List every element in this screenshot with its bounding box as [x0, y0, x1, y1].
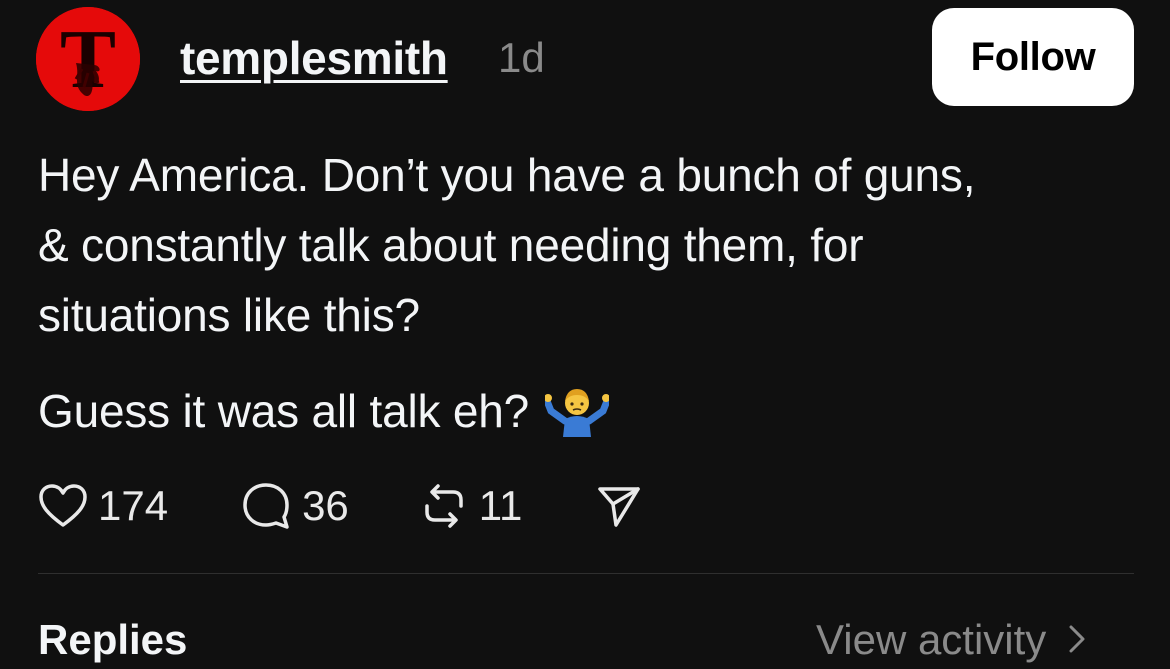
- post-body-line: & constantly talk about needing them, fo…: [38, 219, 864, 271]
- comment-icon: [243, 483, 289, 529]
- send-icon: [598, 487, 641, 527]
- post-body-line: Hey America. Don’t you have a bunch of g…: [38, 149, 976, 201]
- post-timestamp: 1d: [498, 34, 545, 81]
- divider: [38, 573, 1134, 574]
- like-button[interactable]: 174: [38, 478, 168, 534]
- post-body: Hey America. Don’t you have a bunch of g…: [38, 140, 1128, 350]
- thread-post: T templesmith 1d Follow Hey America. Don…: [0, 0, 1170, 669]
- post-body-line: situations like this?: [38, 289, 420, 341]
- comment-count: 36: [302, 482, 349, 529]
- follow-button[interactable]: Follow: [932, 8, 1134, 106]
- repost-button[interactable]: 11: [419, 478, 523, 534]
- comment-button[interactable]: 36: [240, 478, 349, 534]
- replies-heading: Replies: [38, 616, 188, 663]
- post-body-paragraph: Guess it was all talk eh?: [38, 376, 611, 446]
- heart-icon: [39, 484, 87, 527]
- repost-count: 11: [478, 482, 523, 529]
- share-button[interactable]: [596, 483, 642, 529]
- avatar[interactable]: T: [36, 7, 140, 111]
- like-count: 174: [98, 482, 169, 529]
- post-actions: 174 36 11: [38, 478, 642, 534]
- username-link[interactable]: templesmith: [180, 30, 448, 86]
- post-body-line: Guess it was all talk eh?: [38, 385, 530, 437]
- repost-icon: [425, 484, 463, 528]
- view-activity-label: View activity: [816, 616, 1047, 663]
- view-activity-link[interactable]: View activity: [816, 612, 1086, 668]
- man-shrugging-emoji-icon: [543, 381, 611, 437]
- avatar-logo-icon: T: [36, 7, 140, 111]
- chevron-right-icon: [1068, 612, 1086, 668]
